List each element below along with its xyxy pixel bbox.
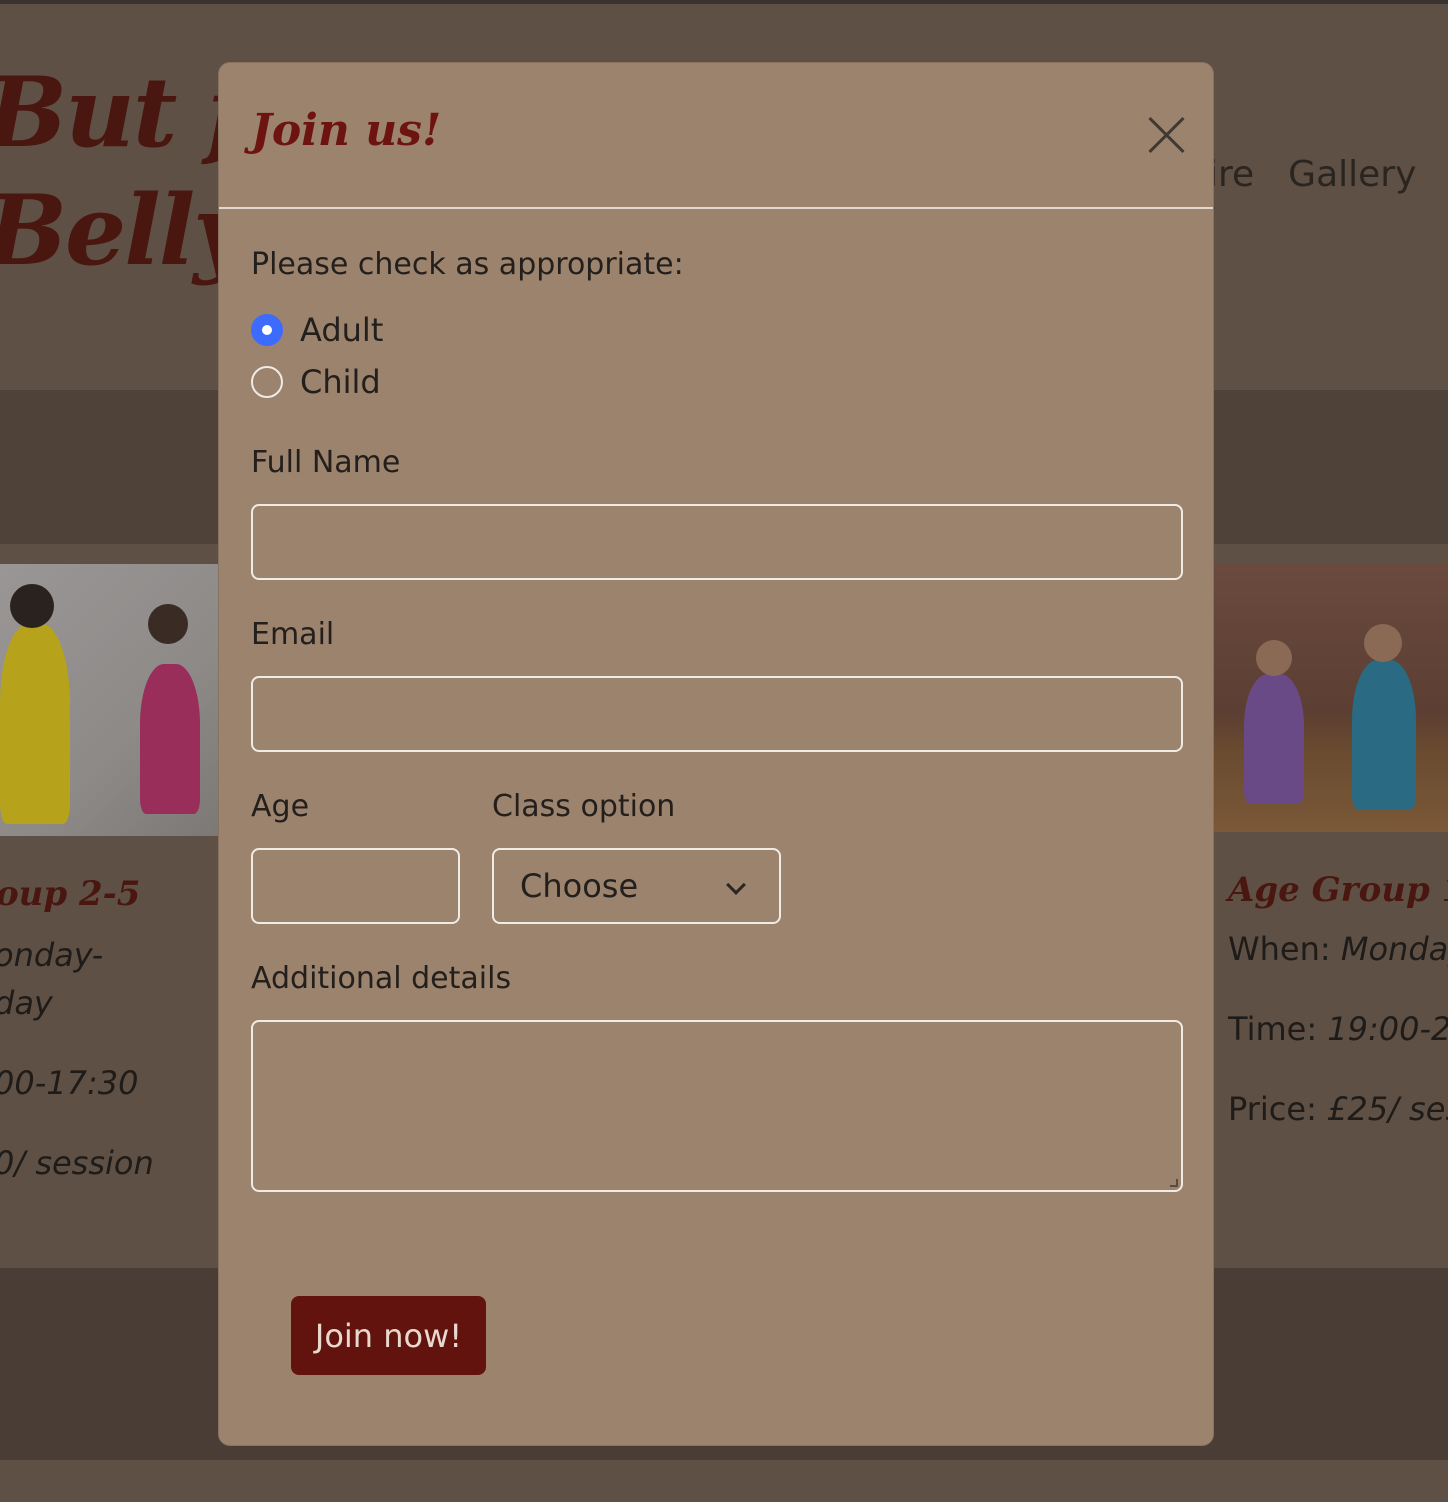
adult-radio[interactable] xyxy=(251,314,283,346)
left-card-price-value: 0/ session xyxy=(0,1144,154,1182)
check-prompt: Please check as appropriate: xyxy=(251,247,684,282)
card-image-older-dancers xyxy=(1214,564,1448,832)
left-card-when-2: day xyxy=(0,984,53,1022)
right-card-when-label: When: xyxy=(1228,930,1331,968)
left-card-when-1: onday- xyxy=(0,936,103,974)
right-card-price-value: £25/ sess xyxy=(1327,1090,1448,1128)
additional-details-textarea[interactable] xyxy=(251,1020,1183,1192)
modal-title: Join us! xyxy=(251,105,442,156)
close-icon[interactable] xyxy=(1147,115,1187,155)
right-card-when-value: Monday xyxy=(1340,930,1448,968)
right-card-time-value: 19:00-20 xyxy=(1327,1010,1448,1048)
chevron-down-icon xyxy=(726,875,746,895)
nav-item-gallery[interactable]: Gallery xyxy=(1288,154,1416,195)
right-card-price: Price: £25/ sess xyxy=(1228,1090,1448,1128)
left-card-price: 0/ session xyxy=(0,1144,154,1182)
email-input[interactable] xyxy=(251,676,1183,752)
class-option-value: Choose xyxy=(520,867,639,905)
left-card-when-line-2: day xyxy=(0,984,53,1022)
class-option-select[interactable]: Choose xyxy=(492,848,781,924)
class-option-label: Class option xyxy=(492,789,676,824)
modal-header: Join us! xyxy=(219,63,1213,209)
nav-item-hire[interactable]: ire xyxy=(1208,154,1254,195)
main-nav: ire Gallery xyxy=(1208,154,1416,195)
left-card-when-line-1: onday- xyxy=(0,936,104,974)
join-modal: Join us! Please check as appropriate: Ad… xyxy=(218,62,1214,1446)
right-card-price-label: Price: xyxy=(1228,1090,1317,1128)
full-name-input[interactable] xyxy=(251,504,1183,580)
bottom-strip xyxy=(0,1460,1448,1502)
age-label: Age xyxy=(251,789,310,824)
child-radio-label: Child xyxy=(300,363,381,401)
age-input[interactable] xyxy=(251,848,460,924)
full-name-label: Full Name xyxy=(251,445,401,480)
right-card-time-label: Time: xyxy=(1228,1010,1318,1048)
adult-radio-label: Adult xyxy=(300,311,384,349)
radio-option-child[interactable]: Child xyxy=(251,363,381,401)
additional-details-label: Additional details xyxy=(251,961,512,996)
child-radio[interactable] xyxy=(251,366,283,398)
left-card-time-value: 00-17:30 xyxy=(0,1064,139,1102)
left-card-heading: oup 2-5 xyxy=(0,874,141,914)
right-card-time: Time: 19:00-20 xyxy=(1228,1010,1448,1048)
left-card-time: 00-17:30 xyxy=(0,1064,138,1102)
resize-grip-icon[interactable] xyxy=(1170,1179,1178,1187)
join-now-button[interactable]: Join now! xyxy=(291,1296,486,1375)
right-card-when: When: Monday xyxy=(1228,930,1448,968)
email-label: Email xyxy=(251,617,335,652)
card-image-young-dancers xyxy=(0,564,218,836)
right-card-heading: Age Group 12 xyxy=(1228,870,1448,910)
radio-option-adult[interactable]: Adult xyxy=(251,311,383,349)
